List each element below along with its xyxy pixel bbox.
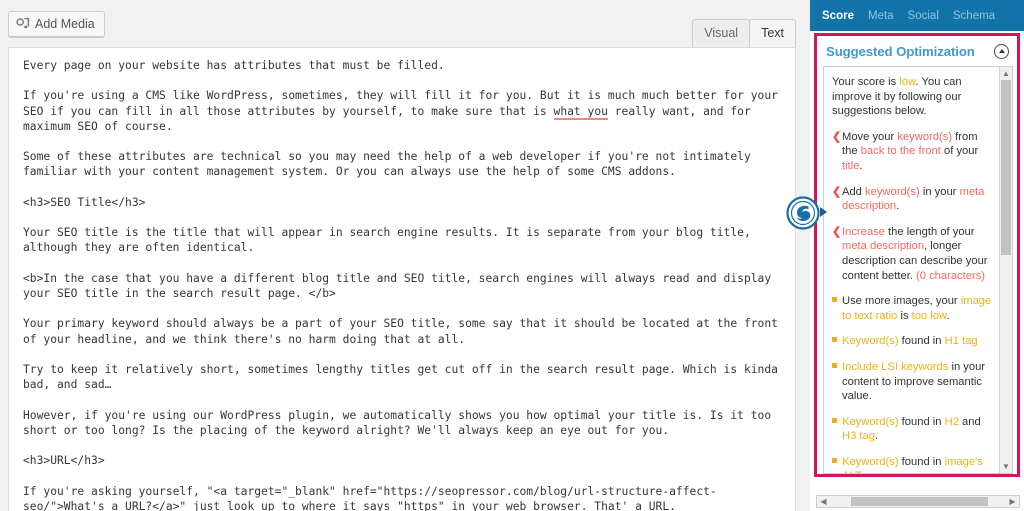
suggestion-text-part: keyword(s)	[897, 130, 953, 143]
suggestion-item[interactable]: ❮ Increase the length of your meta descri…	[832, 225, 992, 283]
suggestion-text: Use more images, your image to text rati…	[842, 294, 992, 323]
square-bullet-icon	[832, 415, 842, 430]
vertical-scroll-track[interactable]	[1000, 80, 1012, 460]
suggestion-text-part: Increase	[842, 225, 885, 238]
suggestion-text-part: H1 tag	[944, 335, 978, 348]
tab-visual[interactable]: Visual	[692, 18, 751, 47]
seo-tab-social[interactable]: Social	[908, 10, 939, 22]
suggestion-text: Add keyword(s) in your meta description.	[842, 185, 992, 214]
add-media-button[interactable]: Add Media	[8, 11, 105, 37]
suggestion-text: Keyword(s) found in H2 and H3 tag.	[842, 415, 992, 444]
suggestion-text-part: H3 tag	[842, 430, 875, 443]
editor-paragraph: If you're using a CMS like WordPress, so…	[23, 89, 785, 133]
editor-paragraph: If you're asking yourself, "<a target="_…	[23, 484, 717, 511]
media-icon	[16, 17, 30, 31]
suggestion-text-part: keyword(s)	[865, 185, 920, 198]
chevron-up-icon[interactable]	[994, 43, 1009, 59]
caret-up-icon[interactable]: ▲	[1002, 67, 1010, 80]
suggestion-text: Include LSI keywords in your content to …	[842, 360, 992, 404]
suggestion-text-part: .	[874, 430, 879, 443]
suggestion-item[interactable]: Keyword(s) found in H2 and H3 tag.	[832, 415, 992, 444]
editor-paragraph: <h3>SEO Title</h3>	[23, 195, 146, 209]
editor-paragraph: Every page on your website has attribute…	[23, 59, 445, 72]
suggestion-text-part: Use more images, your	[842, 295, 961, 308]
suggestion-text: Increase the length of your meta descrip…	[842, 225, 992, 283]
vertical-scrollbar[interactable]: ▲ ▼	[999, 67, 1012, 473]
tab-text[interactable]: Text	[749, 18, 796, 47]
chevron-left-icon: ❮	[832, 225, 842, 238]
badge-pointer-icon	[820, 207, 827, 217]
suggestion-text-part: Move your	[842, 130, 898, 143]
suggestion-item[interactable]: Keyword(s) found in image's ALT.	[832, 455, 992, 473]
seopressor-logo-icon[interactable]	[786, 196, 827, 230]
editor-paragraph: However, if you're using our WordPress p…	[23, 408, 778, 437]
suggestion-item[interactable]: ❮ Move your keyword(s) from the back to t…	[832, 130, 992, 174]
suggested-optimization-card: Suggested Optimization Your score is low…	[814, 33, 1020, 508]
seo-tab-score[interactable]: Score	[822, 10, 854, 22]
suggestion-text-part: found in	[898, 415, 945, 428]
seo-tab-schema[interactable]: Schema	[953, 10, 995, 22]
vertical-scroll-thumb[interactable]	[1001, 80, 1011, 255]
add-media-label: Add Media	[35, 17, 95, 31]
suggestion-text-part: Keyword(s)	[842, 335, 899, 348]
spellcheck-underline: what you	[553, 104, 608, 120]
editor-paragraph: Your SEO title is the title that will ap…	[23, 226, 758, 255]
suggestion-text-part: and	[958, 415, 981, 428]
square-bullet-icon	[832, 360, 842, 375]
seopressor-tab-bar: Score Meta Social Schema	[810, 0, 1024, 31]
chevron-left-icon: ❮	[832, 185, 842, 198]
square-bullet-icon	[832, 294, 842, 309]
suggestion-item[interactable]: Include LSI keywords in your content to …	[832, 360, 992, 404]
card-title: Suggested Optimization	[826, 43, 975, 59]
editor-paragraph: <h3>URL</h3>	[23, 454, 105, 468]
suggestion-text-part: in your	[919, 185, 960, 198]
editor-textarea-container[interactable]: Every page on your website has attribute…	[8, 47, 796, 511]
suggestion-text-part: H2	[944, 415, 959, 428]
suggestion-text-part: of your	[940, 145, 979, 158]
suggestion-text-part: too low	[911, 309, 947, 322]
editor-mode-tabs: Visual Text	[692, 18, 796, 47]
suggestions-list: Your score is low. You can improve it by…	[824, 67, 999, 473]
seopressor-panel: Score Meta Social Schema Suggested Optimiza…	[810, 0, 1024, 511]
suggestion-text-part: is	[897, 309, 912, 322]
suggestion-text-part: Keyword(s)	[842, 455, 899, 468]
chevron-left-icon: ❮	[832, 130, 842, 143]
suggestion-text-part: title	[842, 159, 860, 172]
suggestion-text: Move your keyword(s) from the back to th…	[842, 130, 992, 174]
editor-toolbar: Add Media Visual Text	[0, 0, 810, 47]
editor-paragraph: <b>In the case that you have a different…	[23, 271, 778, 300]
score-intro-text: Your score is low. You can improve it by…	[832, 76, 962, 118]
suggestion-text: Keyword(s) found in H1 tag	[842, 334, 992, 349]
suggestion-text-part: the length of your	[884, 225, 975, 238]
caret-down-icon[interactable]: ▼	[1002, 460, 1010, 473]
suggestion-text-part: .	[860, 470, 863, 473]
editor-paragraph: Some of these attributes are technical s…	[23, 150, 758, 179]
suggestion-text-part: back to the front	[860, 145, 941, 158]
seopressor-wordpress-editor-screen: Add Media Visual Text Every page on your…	[0, 0, 1024, 511]
card-header: Suggested Optimization	[817, 36, 1017, 66]
wordpress-editor-pane: Add Media Visual Text Every page on your…	[0, 0, 827, 511]
suggestions-scroll-area: Your score is low. You can improve it by…	[823, 66, 1013, 474]
suggestion-text-part: meta description	[842, 240, 925, 253]
suggestion-text-part: .	[859, 159, 863, 172]
suggestion-text-part: found in	[898, 455, 945, 468]
suggestion-text-part: Keyword(s)	[842, 415, 899, 428]
suggestion-item[interactable]: Keyword(s) found in H1 tag	[832, 334, 992, 349]
suggestion-text-part: Include LSI keywords	[842, 360, 949, 373]
suggestion-item[interactable]: Use more images, your image to text rati…	[832, 294, 992, 323]
seo-tab-meta[interactable]: Meta	[868, 10, 894, 22]
suggestion-item[interactable]: ❮ Add keyword(s) in your meta description…	[832, 185, 992, 214]
suggestion-text-part: found in	[898, 335, 945, 348]
editor-content-text[interactable]: Every page on your website has attribute…	[9, 48, 795, 511]
editor-paragraph: Your primary keyword should always be a …	[23, 317, 785, 346]
square-bullet-icon	[832, 455, 842, 470]
suggestion-text-part: (0 characters)	[916, 269, 986, 282]
suggestion-text-part: Add	[842, 185, 866, 198]
suggestion-text: Keyword(s) found in image's ALT.	[842, 455, 992, 473]
suggestion-text-part: .	[896, 200, 900, 213]
score-value: low	[899, 76, 916, 88]
suggestion-text-part: .	[946, 309, 950, 322]
editor-paragraph: Try to keep it relatively short, sometim…	[23, 362, 785, 392]
square-bullet-icon	[832, 334, 842, 349]
